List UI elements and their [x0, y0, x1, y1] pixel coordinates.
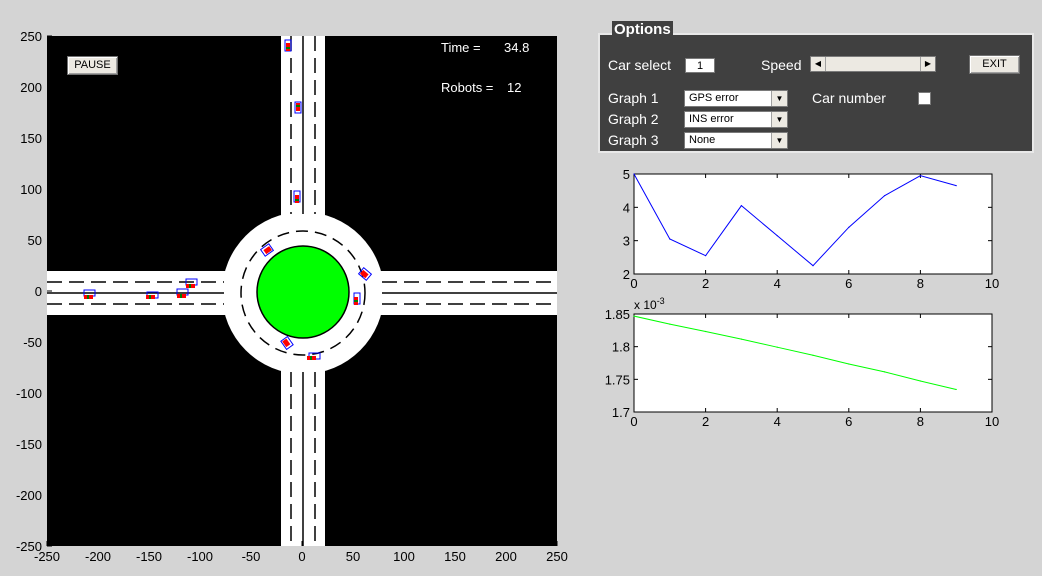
sim-x-tick-label: -200	[85, 549, 111, 564]
graph1-select-value: GPS error	[689, 92, 739, 104]
x-tick-label: 10	[985, 414, 999, 429]
y-tick-label: 3	[623, 234, 630, 249]
graph1-label: Graph 1	[608, 90, 659, 106]
graph1-chart-svg: 0 2 4 6 8 105432	[623, 167, 999, 291]
data-point	[669, 238, 671, 240]
speed-slider-right-arrow[interactable]: ▶	[920, 57, 935, 71]
speed-slider-left-arrow[interactable]: ◀	[811, 57, 826, 71]
y-tick-label: 4	[623, 200, 630, 215]
speed-slider-thumb[interactable]	[826, 57, 920, 71]
data-point	[955, 185, 957, 187]
sim-x-tick-label: -50	[242, 549, 261, 564]
sim-y-tick-label: 200	[20, 80, 42, 95]
sim-y-tick-label: 250	[20, 29, 42, 44]
roundabout-island	[256, 245, 350, 339]
sim-y-tick-label: -50	[23, 335, 42, 350]
simulation-view: -250 -200 -150 -100 -50 0 50 100 150 200 250 250 200…	[0, 0, 590, 576]
data-point	[633, 315, 635, 317]
plot-area	[633, 313, 993, 413]
data-point	[812, 354, 814, 356]
data-point	[669, 323, 671, 325]
options-title: Options	[612, 21, 673, 39]
sim-x-tick-label: 250	[546, 549, 568, 564]
data-point	[955, 388, 957, 391]
graph2-select[interactable]: INS error ▼	[684, 111, 788, 128]
graph3-label: Graph 3	[608, 132, 659, 148]
sim-y-tick-label: -150	[16, 437, 42, 452]
data-point	[919, 380, 921, 382]
graph1-chart: 0 2 4 6 8 10 5 4 3 2	[600, 160, 1020, 300]
simulation-canvas: -250 -200 -150 -100 -50 0 50 100 150 200 250 250 200…	[16, 29, 568, 564]
options-panel: Options Car select 1 Speed ◀ ▶ EXIT Grap…	[598, 21, 1034, 153]
graph2-label: Graph 2	[608, 111, 659, 127]
sim-y-tick-label: -100	[16, 386, 42, 401]
graph3-select[interactable]: None ▼	[684, 132, 788, 149]
y-tick-label: 1.85	[605, 307, 630, 322]
robots-value: 12	[507, 80, 521, 95]
data-point	[776, 346, 778, 348]
speed-slider[interactable]: ◀ ▶	[810, 56, 936, 72]
y-tick-label: 1.7	[612, 405, 630, 420]
x-tick-label: 2	[702, 414, 709, 429]
sim-x-tick-label: -150	[136, 549, 162, 564]
data-point	[740, 338, 742, 340]
exit-button[interactable]: EXIT	[969, 55, 1020, 74]
graph1-select[interactable]: GPS error ▼	[684, 90, 788, 107]
graph2-chart: 0 2 4 6 8 10 1.85 1.8 1.75 1.7 x 10-3	[600, 285, 1020, 435]
axis-exponent: x 10-3	[634, 296, 665, 312]
sim-x-tick-label: 150	[444, 549, 466, 564]
chevron-down-icon[interactable]: ▼	[771, 91, 787, 106]
data-point	[812, 265, 814, 267]
sim-y-tick-label: 50	[28, 233, 42, 248]
y-tick-label: 2	[623, 267, 630, 282]
sim-y-tick-label: 100	[20, 182, 42, 197]
sim-y-tick-label: 0	[35, 284, 42, 299]
data-point	[705, 255, 707, 257]
chevron-down-icon[interactable]: ▼	[771, 133, 787, 148]
axis-exponent-base: x 10	[634, 298, 657, 312]
data-point	[884, 371, 886, 373]
graph2-chart-svg: 0 2 4 6 8 10 1.85 1.8 1.75 1.7 x 10-3	[605, 296, 1000, 429]
chevron-down-icon[interactable]: ▼	[771, 112, 787, 127]
speed-label: Speed	[761, 57, 802, 73]
sim-y-tick-label: -200	[16, 488, 42, 503]
y-tick-label: 1.8	[612, 340, 630, 355]
data-point	[633, 173, 635, 175]
sim-y-tick-label: -250	[16, 539, 42, 554]
sim-x-tick-label: 200	[495, 549, 517, 564]
data-point	[848, 226, 850, 228]
data-point	[705, 330, 707, 333]
sim-y-tick-label: 150	[20, 131, 42, 146]
car-number-checkbox[interactable]	[918, 92, 931, 105]
car-select-input[interactable]: 1	[685, 58, 715, 73]
sim-x-tick-label: 100	[393, 549, 415, 564]
x-tick-label: 4	[774, 414, 781, 429]
x-tick-label: 0	[630, 414, 637, 429]
graph3-select-value: None	[689, 134, 716, 146]
sim-x-tick-label: -100	[187, 549, 213, 564]
data-point	[740, 205, 742, 207]
plot-area	[633, 173, 993, 275]
x-tick-label: 6	[845, 414, 852, 429]
sim-x-tick-label: 50	[346, 549, 360, 564]
sim-x-tick-label: 0	[298, 549, 305, 564]
y-tick-label: 5	[623, 167, 630, 182]
data-point	[919, 175, 921, 177]
data-point	[884, 195, 886, 197]
data-point	[776, 235, 778, 237]
axis-exponent-power: -3	[657, 296, 665, 306]
data-point	[848, 363, 850, 365]
time-label: Time =	[441, 40, 481, 55]
car-select-label: Car select	[608, 57, 672, 73]
time-value: 34.8	[504, 40, 529, 55]
robots-label: Robots =	[441, 80, 493, 95]
graph2-select-value: INS error	[689, 113, 734, 125]
x-tick-label: 8	[917, 414, 924, 429]
car-number-label: Car number	[812, 90, 886, 106]
pause-button[interactable]: PAUSE	[67, 56, 118, 75]
y-tick-label: 1.75	[605, 372, 630, 387]
